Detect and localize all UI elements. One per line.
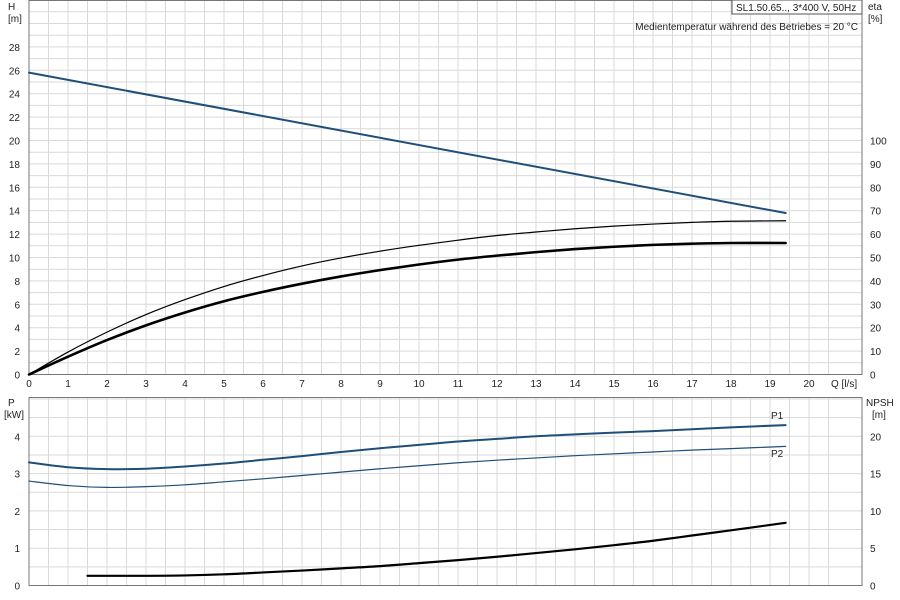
series-label-p1: P1	[771, 411, 784, 422]
y-tick-label-power: 3	[14, 470, 20, 481]
bottom-plot-frame	[28, 397, 863, 586]
model-title: SL1.50.65.., 3*400 V, 50Hz	[736, 3, 856, 14]
y-tick-label-eta: 10	[870, 347, 882, 358]
y-tick-label-npsh: 0	[870, 582, 876, 593]
y-tick-label-eta: 70	[870, 207, 882, 218]
bottom-left-axis-title: P	[8, 398, 15, 409]
x-tick-label: 12	[491, 379, 503, 390]
x-tick-label: 15	[608, 379, 620, 390]
y-tick-label-npsh: 10	[870, 507, 882, 518]
y-tick-label-head: 2	[14, 347, 20, 358]
y-tick-label-power: 4	[14, 432, 20, 443]
x-tick-label: 8	[338, 379, 344, 390]
y-tick-label-eta: 60	[870, 230, 882, 241]
x-tick-label: 1	[65, 379, 71, 390]
x-tick-label: 7	[299, 379, 305, 390]
y-tick-label-head: 14	[9, 207, 21, 218]
y-tick-label-npsh: 5	[870, 544, 876, 555]
y-tick-label-eta: 80	[870, 183, 882, 194]
y-tick-label-head: 0	[14, 371, 20, 382]
y-tick-label-eta: 20	[870, 324, 882, 335]
y-tick-label-eta: 100	[870, 137, 887, 148]
x-tick-label: 0	[26, 379, 32, 390]
x-tick-label: 17	[686, 379, 698, 390]
y-tick-label-head: 16	[9, 183, 21, 194]
y-tick-label-power: 2	[14, 507, 20, 518]
x-tick-label: 10	[413, 379, 425, 390]
y-tick-label-head: 4	[14, 324, 20, 335]
temperature-note: Medientemperatur während des Betriebes =…	[635, 22, 858, 33]
x-tick-label: 2	[104, 379, 110, 390]
x-tick-label: 11	[453, 379, 464, 390]
y-tick-label-head: 10	[9, 254, 21, 265]
grid-lines	[29, 0, 862, 586]
x-tick-label: 5	[221, 379, 227, 390]
y-tick-label-head: 6	[14, 300, 20, 311]
y-tick-label-eta: 50	[870, 254, 882, 265]
series-label-p2: P2	[771, 449, 784, 460]
y-tick-label-head: 26	[9, 66, 21, 77]
y-tick-label-head: 28	[9, 43, 21, 54]
x-tick-label: 20	[803, 379, 815, 390]
y-tick-label-npsh: 20	[870, 432, 882, 443]
y-tick-label-eta: 40	[870, 277, 882, 288]
y-tick-label-head: 20	[9, 137, 21, 148]
tick-labels: 0 1 2 3 4 5 6 7 8 9 10 11 12 13 14 15 16 17 18 19 2002468101…	[9, 43, 887, 593]
y-tick-label-eta: 30	[870, 300, 882, 311]
x-tick-label: 16	[647, 379, 659, 390]
top-left-axis-unit: [m]	[8, 14, 22, 25]
x-tick-label: 14	[569, 379, 581, 390]
y-tick-label-power: 1	[14, 544, 20, 555]
x-tick-label: 13	[530, 379, 542, 390]
x-axis-title: Q [l/s]	[831, 379, 857, 390]
x-tick-label: 19	[764, 379, 776, 390]
top-right-axis-unit: [%]	[868, 14, 883, 25]
y-tick-label-eta: 90	[870, 160, 882, 171]
y-tick-label-power: 0	[14, 582, 20, 593]
series-npsh	[86, 521, 787, 577]
x-tick-label: 4	[182, 379, 188, 390]
y-tick-label-eta: 0	[870, 371, 876, 382]
y-tick-label-head: 12	[9, 230, 21, 241]
top-left-axis-title: H	[8, 2, 15, 13]
y-tick-label-head: 24	[9, 90, 21, 101]
y-tick-label-head: 22	[9, 113, 21, 124]
x-tick-label: 9	[377, 379, 383, 390]
y-tick-label-npsh: 15	[870, 470, 882, 481]
y-tick-label-head: 18	[9, 160, 21, 171]
bottom-right-axis-unit: [m]	[872, 410, 886, 421]
y-tick-label-head: 8	[14, 277, 20, 288]
pump-curve-chart: 0 1 2 3 4 5 6 7 8 9 10 11 12 13 14 15 16 17 18 19 2002468101…	[4, 0, 894, 593]
x-tick-label: 6	[260, 379, 266, 390]
top-right-axis-title: eta	[868, 2, 882, 13]
x-tick-label: 18	[725, 379, 737, 390]
bottom-left-axis-unit: [kW]	[4, 410, 24, 421]
x-tick-label: 3	[143, 379, 149, 390]
bottom-right-axis-title: NPSH	[866, 398, 894, 409]
